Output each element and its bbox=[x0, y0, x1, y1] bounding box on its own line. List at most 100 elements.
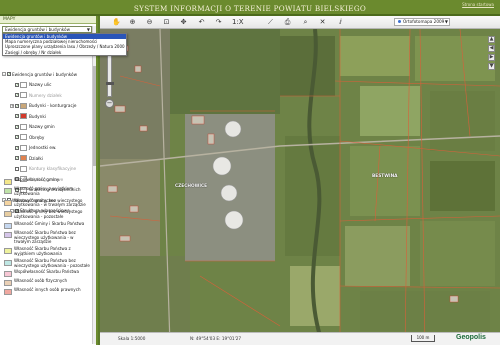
legend-swatch bbox=[4, 259, 12, 266]
basemap-radio-icon bbox=[398, 20, 401, 23]
legend-item: Własność Skarbu Państwa bez wieczystego … bbox=[4, 257, 92, 269]
legend-label: Własność gminy bez wieczystego użytkowan… bbox=[14, 197, 86, 208]
layer-checkbox[interactable]: ✓ bbox=[15, 124, 19, 129]
zoom-handle[interactable] bbox=[106, 82, 114, 85]
layer-checkbox[interactable]: ✓ bbox=[15, 135, 19, 140]
map-view[interactable]: ✋ ⊕ ⊖ ⊡ ✥ ↶ ↷ 1:X ⟋ ⎙ ⌕ ✕ ⅈ Ortofotomapa… bbox=[100, 16, 500, 345]
scale-tool-icon[interactable]: 1:X bbox=[232, 18, 244, 27]
zoom-out-icon[interactable]: ⊖ bbox=[145, 18, 154, 27]
basemap-select[interactable]: Ortofotomapa 2009 ▼ bbox=[394, 18, 450, 26]
dropdown-option[interactable]: Uproszczone plany urządzenia lasu / Obrz… bbox=[3, 44, 126, 49]
home-link[interactable]: Strona startowa bbox=[462, 2, 494, 7]
scale-readout: Skala 1:5000 bbox=[118, 336, 146, 341]
zoom-minus-icon[interactable]: − bbox=[105, 99, 114, 108]
legend-swatch bbox=[4, 271, 12, 278]
app-title: SYSTEM INFORMACJI O TERENIE POWIATU BIEL… bbox=[133, 4, 367, 13]
next-view-icon[interactable]: ↷ bbox=[214, 18, 223, 27]
info-icon[interactable]: ⅈ bbox=[336, 18, 345, 27]
layer-tree-item[interactable]: ✓ Budynki bbox=[2, 111, 94, 122]
arrow-down-icon[interactable]: ▼ bbox=[488, 63, 495, 70]
ownership-legend: Współwłasność gminy Własność gminy z wyją… bbox=[4, 177, 92, 297]
map-select[interactable]: Ewidencja gruntów i budynków ▼ bbox=[2, 26, 92, 33]
layer-checkbox[interactable]: ✓ bbox=[15, 103, 19, 108]
legend-label: Własność Skarbu Państwa bez wieczystego … bbox=[14, 257, 90, 268]
layer-swatch bbox=[20, 92, 27, 99]
arrow-up-icon[interactable]: ▲ bbox=[488, 36, 495, 43]
layer-label: Obręby bbox=[29, 134, 45, 140]
legend-item: Własność Skarbu Państwa bez wieczystego … bbox=[4, 229, 92, 245]
header-bar: SYSTEM INFORMACJI O TERENIE POWIATU BIEL… bbox=[0, 0, 500, 16]
orthophoto-map[interactable] bbox=[100, 16, 500, 345]
maps-tab[interactable]: MAPY bbox=[0, 16, 96, 24]
legend-swatch bbox=[4, 231, 12, 238]
coordinate-readout: N: 49°54'03 E: 19°01'27 bbox=[190, 336, 242, 341]
map-label-town: CZECHOWICE bbox=[175, 184, 208, 189]
legend-swatch bbox=[4, 222, 12, 229]
measure-icon[interactable]: ⟋ bbox=[266, 18, 275, 27]
legend-label: Własność gminy z wyjątkiem użytkowania bbox=[14, 186, 74, 196]
print-icon[interactable]: ⎙ bbox=[283, 18, 292, 27]
expand-icon[interactable]: + bbox=[10, 103, 14, 108]
search-icon[interactable]: ⌕ bbox=[301, 18, 310, 27]
layer-tree-item[interactable]: ✓ Działki bbox=[2, 153, 94, 164]
layer-swatch bbox=[20, 123, 27, 130]
zoom-in-icon[interactable]: ⊕ bbox=[128, 18, 137, 27]
full-extent-icon[interactable]: ✥ bbox=[179, 18, 188, 27]
legend-swatch bbox=[4, 188, 12, 194]
layer-tree-item[interactable]: Kontury klasyfikacyjne bbox=[2, 164, 94, 175]
previous-view-icon[interactable]: ↶ bbox=[197, 18, 206, 27]
layer-swatch bbox=[20, 81, 27, 88]
layer-tree-item[interactable]: ✓ Nazwy gmin bbox=[2, 122, 94, 133]
legend-label: Własność gminy bez wieczystego użytkowan… bbox=[14, 209, 83, 219]
layer-checkbox[interactable] bbox=[15, 166, 19, 171]
layer-label: Jednostki ew. bbox=[29, 145, 57, 151]
map-side-controls: ▲ ◀ ▶ ▼ bbox=[488, 36, 496, 96]
legend-label: Własność Skarbu Państwa bez wieczystego … bbox=[14, 229, 76, 245]
legend-label: Współwłasność gminy bbox=[14, 177, 60, 182]
layer-tree-item[interactable]: ✓ Jednostki ew. bbox=[2, 143, 94, 154]
layer-label: Budynki bbox=[29, 113, 46, 119]
status-bar: Skala 1:5000 N: 49°54'03 E: 19°01'27 100… bbox=[100, 332, 500, 345]
basemap-value: Ortofotomapa 2009 bbox=[403, 19, 445, 24]
clear-icon[interactable]: ✕ bbox=[318, 18, 327, 27]
legend-swatch bbox=[4, 280, 12, 287]
legend-item: Własność gminy bez wieczystego użytkowan… bbox=[4, 197, 92, 209]
sidebar-scrollbar[interactable] bbox=[92, 26, 96, 344]
chevron-down-icon[interactable]: ▼ bbox=[445, 19, 448, 25]
map-toolbar: ✋ ⊕ ⊖ ⊡ ✥ ↶ ↷ 1:X ⟋ ⎙ ⌕ ✕ ⅈ Ortofotomapa… bbox=[100, 16, 500, 29]
layer-tree-item[interactable]: - ✓ Ewidencja gruntów i budynków bbox=[2, 69, 94, 80]
zoom-box-icon[interactable]: ⊡ bbox=[162, 18, 171, 27]
layer-checkbox[interactable]: ✓ bbox=[15, 93, 19, 98]
scrollbar-thumb[interactable] bbox=[93, 66, 96, 166]
layer-tree-item[interactable]: + ✓ Budynki - konturgracje bbox=[2, 101, 94, 112]
layer-swatch bbox=[20, 165, 27, 172]
layer-checkbox[interactable]: ✓ bbox=[7, 72, 11, 77]
layer-tree-item[interactable]: ✓ Nazwy ulic bbox=[2, 80, 94, 91]
legend-item: Współwłasność gminy bbox=[4, 177, 92, 185]
legend-item: Własność Gminy i Skarbu Państwa bbox=[4, 221, 92, 229]
legend-item: Własność gminy bez wieczystego użytkowan… bbox=[4, 209, 92, 220]
arrow-left-icon[interactable]: ◀ bbox=[488, 45, 495, 52]
layer-label: Numery działek bbox=[29, 92, 62, 98]
layer-label: Nazwy gmin bbox=[29, 124, 55, 130]
dropdown-option[interactable]: Zasięgi / obręby / Nr działek bbox=[3, 50, 126, 55]
legend-item: Własność Skarbu Państwa z wyjątkiem użyt… bbox=[4, 246, 92, 257]
collapse-icon[interactable]: - bbox=[2, 72, 6, 77]
chevron-down-icon[interactable]: ▼ bbox=[87, 27, 90, 32]
layer-checkbox[interactable]: ✓ bbox=[15, 82, 19, 87]
map-label-village: BESTWINA bbox=[372, 174, 398, 179]
legend-swatch bbox=[4, 199, 12, 206]
layer-tree-item[interactable]: ✓ Obręby bbox=[2, 132, 94, 143]
layer-checkbox[interactable]: ✓ bbox=[15, 114, 19, 119]
layer-swatch bbox=[20, 113, 27, 120]
layer-tree-item[interactable]: ✓ Numery działek bbox=[2, 90, 94, 101]
layer-checkbox[interactable]: ✓ bbox=[15, 156, 19, 161]
arrow-right-icon[interactable]: ▶ bbox=[488, 54, 495, 61]
layer-swatch bbox=[20, 155, 27, 162]
layer-checkbox[interactable]: ✓ bbox=[15, 145, 19, 150]
pan-hand-icon[interactable]: ✋ bbox=[112, 18, 121, 27]
map-dropdown[interactable]: Ewidencja gruntów i budynków Mapa numery… bbox=[2, 33, 127, 56]
legend-swatch bbox=[4, 248, 12, 255]
left-panel: MAPY Ewidencja gruntów i budynków ▼ Ewid… bbox=[0, 16, 127, 345]
legend-label: Współwłasność Skarbu Państwa bbox=[14, 269, 79, 275]
